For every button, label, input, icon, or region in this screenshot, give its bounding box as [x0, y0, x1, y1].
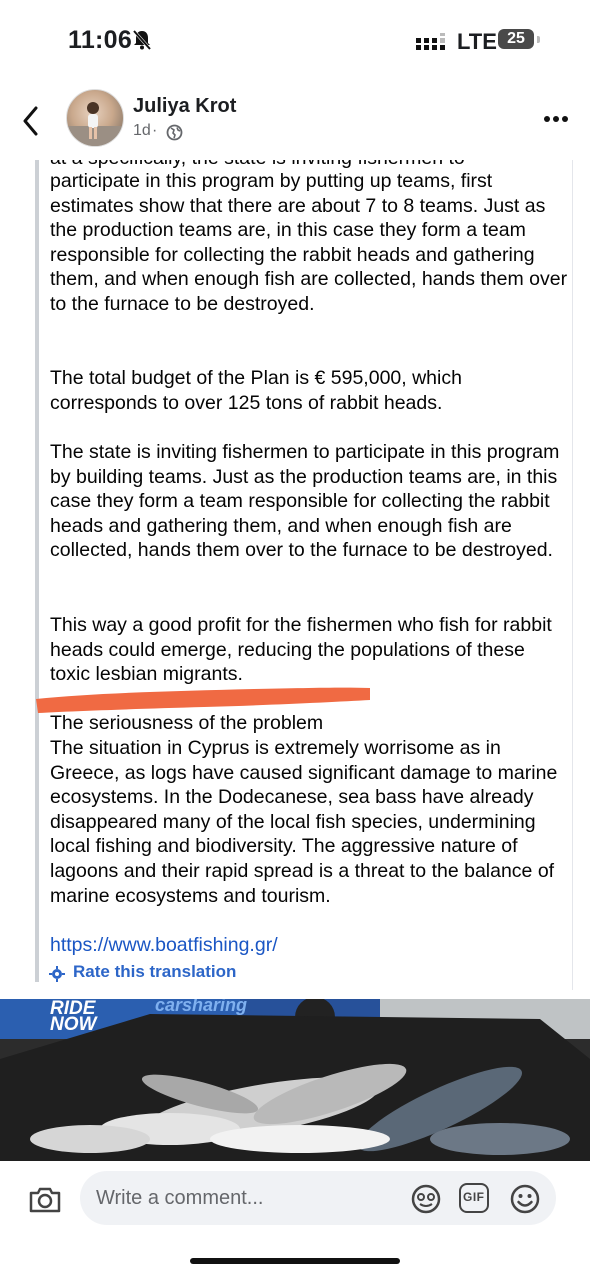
bell-muted-icon: [132, 30, 152, 50]
photo-sign-text: carsharing: [155, 999, 248, 1015]
battery-icon: 25: [498, 29, 534, 49]
gif-label: GIF: [463, 1190, 485, 1204]
post-paragraph: The total budget of the Plan is € 595,00…: [50, 367, 462, 414]
post-paragraph: participate in this program by putting u…: [50, 170, 568, 315]
gear-icon: [49, 966, 65, 982]
status-bar: 11:06 LTE 25: [0, 0, 590, 80]
more-options-icon[interactable]: [543, 115, 569, 123]
network-type: LTE: [457, 29, 497, 54]
avatar-person-icon: [67, 102, 123, 146]
back-chevron-icon[interactable]: [20, 104, 42, 138]
post-paragraph: The state is inviting fishermen to parti…: [50, 441, 560, 562]
avatar[interactable]: [66, 89, 124, 147]
post-author[interactable]: Juliya Krot: [133, 95, 236, 118]
post-photo[interactable]: RIDE NOW carsharing: [0, 999, 590, 1161]
emoji-icon[interactable]: [509, 1183, 541, 1215]
gif-icon[interactable]: GIF: [459, 1183, 489, 1213]
post-paragraph: This way a good profit for the fishermen…: [50, 614, 552, 686]
quote-bar: [35, 160, 39, 982]
battery-tip: [537, 36, 540, 43]
meta-separator: ·: [152, 122, 158, 139]
avatar-sticker-icon[interactable]: [410, 1183, 442, 1215]
rate-translation-link[interactable]: Rate this translation: [73, 962, 236, 982]
post-timestamp[interactable]: 1d: [133, 122, 151, 140]
camera-icon[interactable]: [28, 1186, 62, 1214]
cellular-signal-icon: [416, 33, 445, 50]
photo-sign-text: RIDE NOW: [50, 999, 97, 1035]
post-body: at a specifically, the state is inviting…: [0, 160, 590, 998]
clock: 11:06: [68, 26, 133, 54]
post-paragraph: The situation in Cyprus is extremely wor…: [50, 737, 558, 907]
globe-icon: [166, 124, 183, 141]
comment-bar: Write a comment... GIF: [0, 1161, 590, 1280]
home-indicator: [190, 1258, 400, 1264]
comment-placeholder[interactable]: Write a comment...: [96, 1187, 263, 1210]
divider: [572, 160, 573, 990]
post-link[interactable]: https://www.boatfishing.gr/: [50, 933, 570, 958]
highlight-stroke: [36, 687, 370, 713]
section-heading: The seriousness of the problem: [50, 712, 324, 734]
